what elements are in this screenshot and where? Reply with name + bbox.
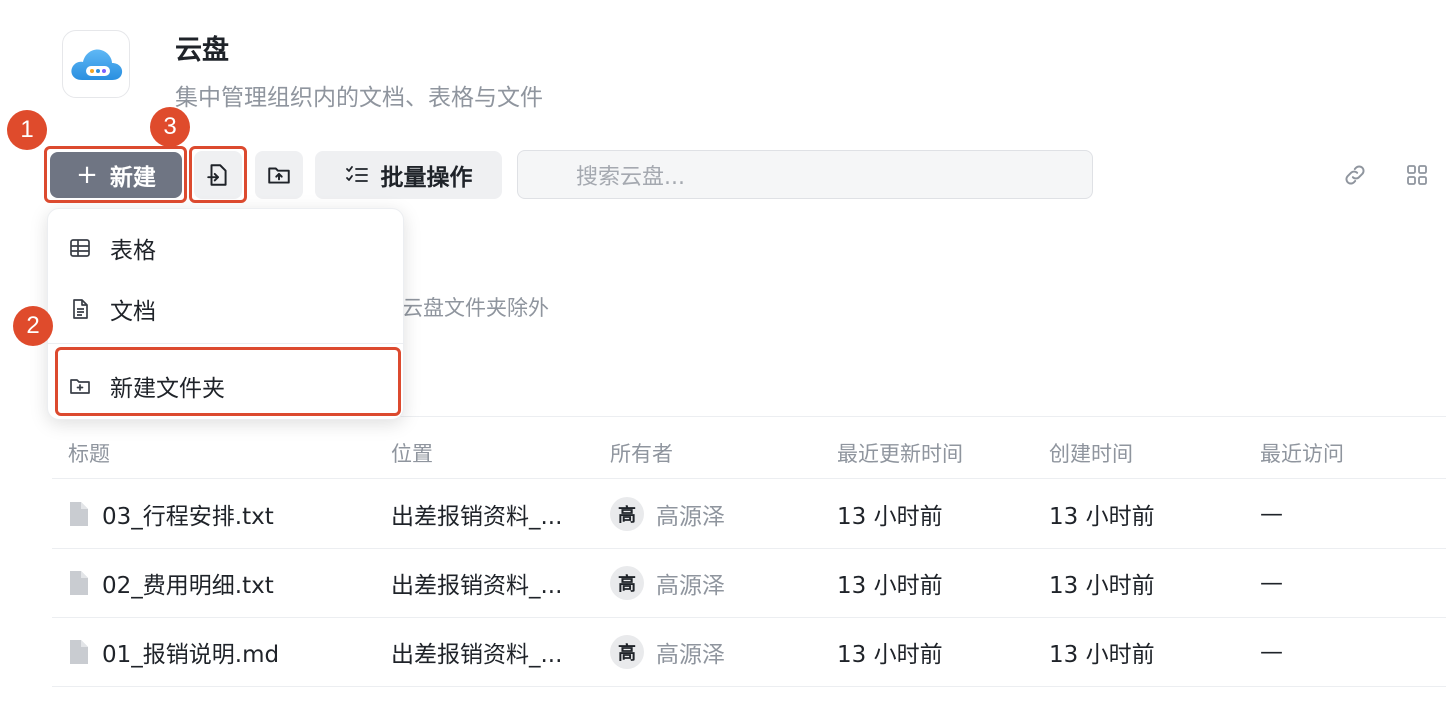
created-time: 13 小时前	[1049, 504, 1155, 530]
folder-upload-icon	[268, 167, 290, 184]
batch-operation-label: 批量操作	[380, 165, 473, 191]
highlight-box-new	[44, 146, 187, 203]
menu-item-document[interactable]: 文档	[68, 292, 156, 326]
page-title: 云盘	[175, 35, 229, 66]
page-subtitle: 集中管理组织内的文档、表格与文件	[175, 85, 543, 111]
grid-icon	[1407, 165, 1427, 185]
file-owner-cell: 高 高源泽	[610, 480, 725, 548]
updated-time: 13 小时前	[837, 573, 943, 599]
table-row[interactable]: 03_行程安排.txt 出差报销资料_... 高 高源泽 13 小时前 13 小…	[52, 480, 1446, 549]
search-input[interactable]: 搜索云盘...	[517, 150, 1093, 199]
annotation-badge-2: 2	[13, 306, 53, 346]
file-title: 01_报销说明.md	[102, 642, 280, 668]
file-icon	[70, 502, 88, 526]
column-header-visited[interactable]: 最近访问	[1260, 438, 1344, 468]
hint-text: 云盘文件夹除外	[402, 296, 549, 320]
copy-link-button[interactable]	[1340, 160, 1370, 190]
owner-name: 高源泽	[656, 573, 725, 599]
avatar: 高	[610, 635, 644, 669]
column-header-created[interactable]: 创建时间	[1049, 438, 1133, 468]
annotation-badge-1: 1	[7, 110, 47, 150]
file-location[interactable]: 出差报销资料_...	[391, 549, 562, 617]
created-time: 13 小时前	[1049, 573, 1155, 599]
file-title-cell[interactable]: 01_报销说明.md	[68, 618, 279, 686]
column-header-updated[interactable]: 最近更新时间	[837, 438, 963, 468]
file-location[interactable]: 出差报销资料_...	[391, 618, 562, 686]
avatar: 高	[610, 566, 644, 600]
updated-time: 13 小时前	[837, 642, 943, 668]
column-header-title[interactable]: 标题	[68, 438, 110, 468]
file-owner-cell: 高 高源泽	[610, 618, 725, 686]
file-title-cell[interactable]: 02_费用明细.txt	[68, 549, 274, 617]
column-header-location[interactable]: 位置	[391, 438, 433, 468]
created-time: 13 小时前	[1049, 642, 1155, 668]
avatar: 高	[610, 497, 644, 531]
highlight-box-import	[189, 146, 247, 203]
checklist-icon	[345, 166, 368, 182]
menu-item-label: 文档	[110, 299, 156, 325]
menu-item-label: 表格	[110, 238, 156, 264]
table-row[interactable]: 02_费用明细.txt 出差报销资料_... 高 高源泽 13 小时前 13 小…	[52, 549, 1446, 618]
file-title: 02_费用明细.txt	[102, 573, 274, 599]
annotation-badge-3: 3	[150, 107, 190, 147]
file-title-cell[interactable]: 03_行程安排.txt	[68, 480, 274, 548]
table-icon	[70, 239, 90, 257]
file-icon	[70, 640, 88, 664]
batch-operation-button[interactable]: 批量操作	[315, 151, 502, 199]
grid-view-button[interactable]	[1402, 160, 1432, 190]
menu-divider	[48, 343, 403, 344]
search-placeholder: 搜索云盘...	[576, 164, 685, 190]
header-divider	[52, 478, 1446, 479]
updated-time: 13 小时前	[837, 504, 943, 530]
owner-name: 高源泽	[656, 642, 725, 668]
table-row[interactable]: 01_报销说明.md 出差报销资料_... 高 高源泽 13 小时前 13 小时…	[52, 618, 1446, 687]
visited-time: —	[1260, 570, 1283, 596]
menu-item-table[interactable]: 表格	[68, 231, 156, 265]
link-icon	[1345, 165, 1365, 185]
upload-folder-button[interactable]	[255, 151, 303, 199]
highlight-box-new-folder	[55, 347, 401, 416]
document-icon	[73, 299, 88, 319]
file-location[interactable]: 出差报销资料_...	[391, 480, 562, 548]
file-icon	[70, 571, 88, 595]
file-title: 03_行程安排.txt	[102, 504, 274, 530]
cloud-icon	[71, 49, 123, 80]
visited-time: —	[1260, 639, 1283, 665]
visited-time: —	[1260, 501, 1283, 527]
file-owner-cell: 高 高源泽	[610, 549, 725, 617]
owner-name: 高源泽	[656, 504, 725, 530]
column-header-owner[interactable]: 所有者	[610, 438, 673, 468]
app-logo	[62, 30, 130, 98]
